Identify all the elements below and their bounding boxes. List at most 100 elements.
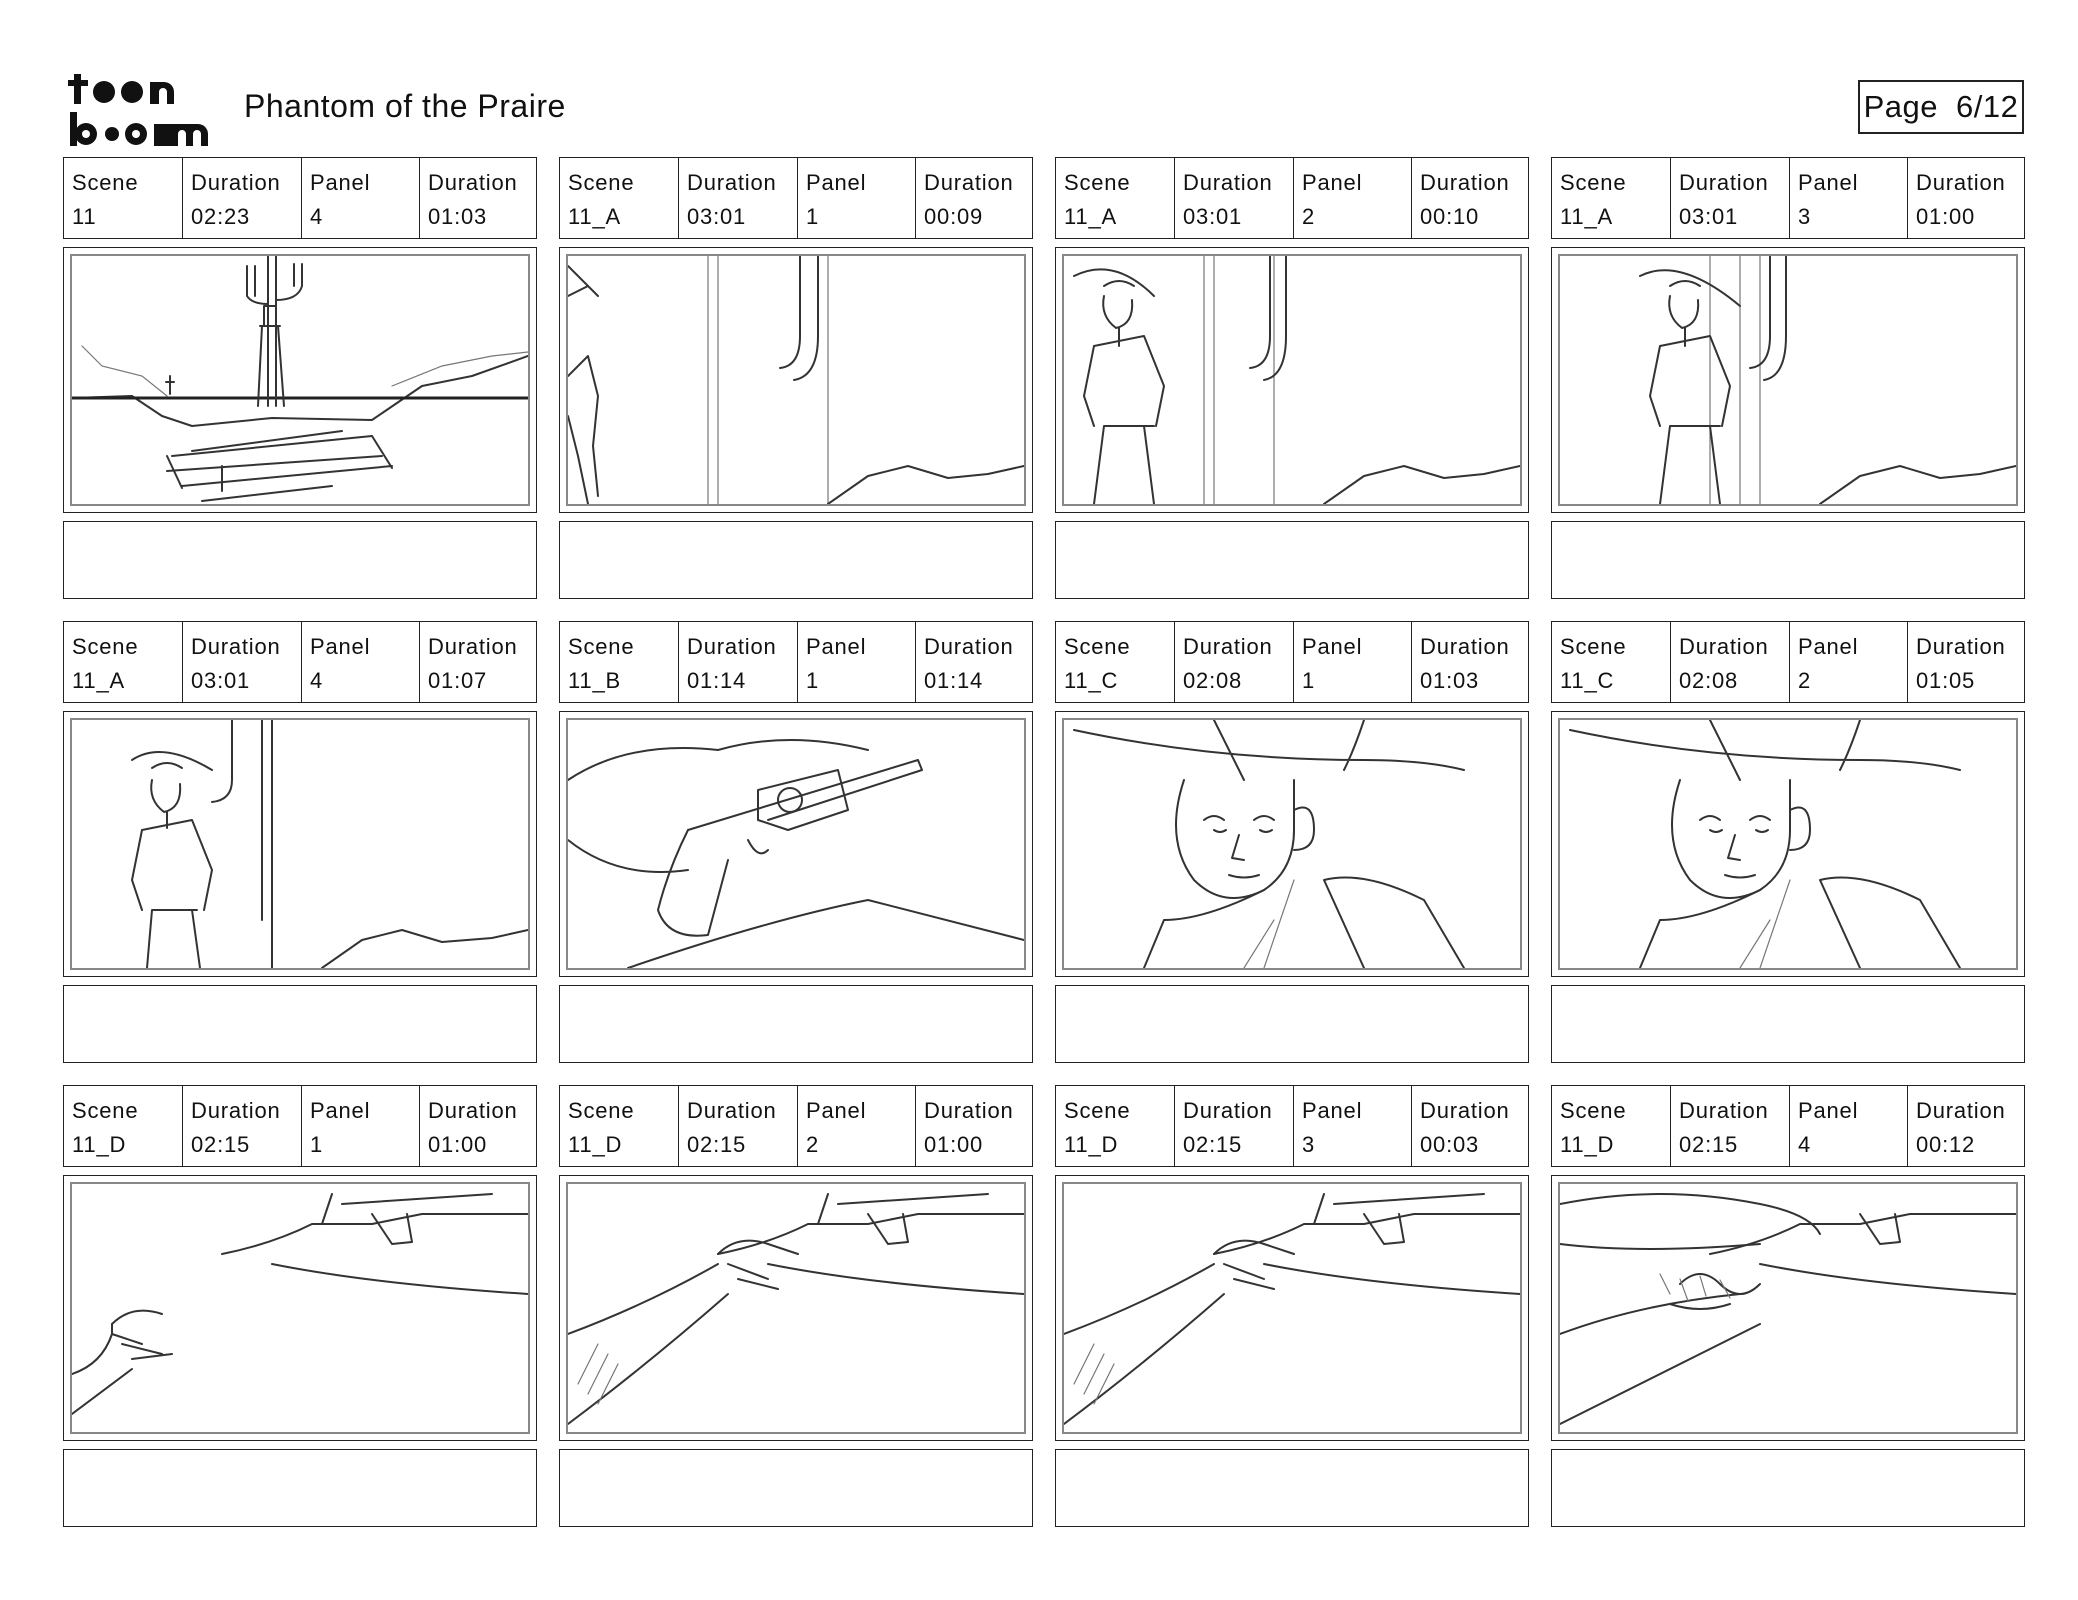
panel-number-field-value[interactable]: 1 bbox=[806, 664, 915, 698]
panel-image-frame[interactable] bbox=[1055, 1175, 1529, 1441]
scene-duration-field-value[interactable]: 02:08 bbox=[1183, 664, 1293, 698]
panel-info-table: Scene 11_D Duration 02:15 Panel 4 Duration 00:1… bbox=[1551, 1085, 2025, 1167]
storyboard-panel[interactable]: Scene 11_D Duration 02:15 Panel 2 Duration 01:0… bbox=[559, 1085, 1033, 1527]
panel-duration-field-value[interactable]: 00:03 bbox=[1420, 1128, 1528, 1162]
scene-duration-field-value[interactable]: 03:01 bbox=[1679, 200, 1789, 234]
panel-number-field-label: Panel bbox=[1798, 1098, 1859, 1123]
panel-notes-field[interactable] bbox=[1055, 1449, 1529, 1527]
scene-field-value[interactable]: 11_B bbox=[568, 664, 678, 698]
panel-notes-field[interactable] bbox=[1551, 1449, 2025, 1527]
panel-duration-field-value[interactable]: 01:03 bbox=[1420, 664, 1528, 698]
panel-notes-field[interactable] bbox=[1055, 985, 1529, 1063]
storyboard-panel[interactable]: Scene 11_C Duration 02:08 Panel 1 Duration 01:0… bbox=[1055, 621, 1529, 1063]
panel-notes-field[interactable] bbox=[1551, 521, 2025, 599]
panel-duration-field-value[interactable]: 01:00 bbox=[428, 1128, 536, 1162]
storyboard-panel[interactable]: Scene 11_A Duration 03:01 Panel 1 Duration 00:0… bbox=[559, 157, 1033, 599]
panel-image-frame[interactable] bbox=[1551, 247, 2025, 513]
scene-field-value[interactable]: 11_D bbox=[1560, 1128, 1670, 1162]
panel-image-frame[interactable] bbox=[63, 1175, 537, 1441]
panel-number-field-value[interactable]: 4 bbox=[310, 200, 419, 234]
scene-duration-field-value[interactable]: 02:23 bbox=[191, 200, 301, 234]
panel-duration-field-value[interactable]: 01:14 bbox=[924, 664, 1032, 698]
panel-image-frame[interactable] bbox=[559, 247, 1033, 513]
storyboard-row: Scene 11_D Duration 02:15 Panel 1 Duration 01:0… bbox=[63, 1085, 2025, 1527]
storyboard-panel[interactable]: Scene 11_D Duration 02:15 Panel 3 Duration 00:0… bbox=[1055, 1085, 1529, 1527]
scene-field-value[interactable]: 11_D bbox=[568, 1128, 678, 1162]
panel-duration-field-value[interactable]: 01:00 bbox=[924, 1128, 1032, 1162]
panel-number-field-value[interactable]: 4 bbox=[1798, 1128, 1907, 1162]
panel-number-field-value[interactable]: 1 bbox=[806, 200, 915, 234]
storyboard-panel[interactable]: Scene 11_A Duration 03:01 Panel 3 Duration 01:0… bbox=[1551, 157, 2025, 599]
storyboard-panel[interactable]: Scene 11 Duration 02:23 Panel 4 Duration 01:03 bbox=[63, 157, 537, 599]
scene-duration-field-value[interactable]: 02:15 bbox=[1183, 1128, 1293, 1162]
panel-image-frame[interactable] bbox=[1551, 1175, 2025, 1441]
scene-field-value[interactable]: 11_A bbox=[72, 664, 182, 698]
scene-field-label: Scene bbox=[1560, 170, 1627, 195]
storyboard-panel[interactable]: Scene 11_C Duration 02:08 Panel 2 Duration 01:0… bbox=[1551, 621, 2025, 1063]
sketch-cowboy-standing-center bbox=[1558, 254, 2018, 506]
panel-image-frame[interactable] bbox=[559, 1175, 1033, 1441]
storyboard-panel[interactable]: Scene 11_A Duration 03:01 Panel 2 Duration 00:1… bbox=[1055, 157, 1529, 599]
panel-image-frame[interactable] bbox=[559, 711, 1033, 977]
scene-duration-field-value[interactable]: 02:15 bbox=[1679, 1128, 1789, 1162]
storyboard-panel[interactable]: Scene 11_D Duration 02:15 Panel 4 Duration 00:1… bbox=[1551, 1085, 2025, 1527]
scene-field-value[interactable]: 11_A bbox=[1560, 200, 1670, 234]
scene-duration-field-value[interactable]: 03:01 bbox=[1183, 200, 1293, 234]
scene-duration-field-label: Duration bbox=[191, 634, 281, 659]
panel-duration-field-value[interactable]: 01:03 bbox=[428, 200, 536, 234]
panel-duration-field: Duration 01:07 bbox=[420, 622, 536, 702]
panel-number-field-value[interactable]: 4 bbox=[310, 664, 419, 698]
panel-duration-field-value[interactable]: 01:05 bbox=[1916, 664, 2024, 698]
scene-duration-field-value[interactable]: 02:08 bbox=[1679, 664, 1789, 698]
panel-duration-field-value[interactable]: 01:07 bbox=[428, 664, 536, 698]
panel-image-frame[interactable] bbox=[63, 247, 537, 513]
panel-image-frame[interactable] bbox=[1055, 711, 1529, 977]
scene-duration-field-value[interactable]: 03:01 bbox=[687, 200, 797, 234]
panel-number-field-value[interactable]: 3 bbox=[1302, 1128, 1411, 1162]
storyboard-panel[interactable]: Scene 11_D Duration 02:15 Panel 1 Duration 01:0… bbox=[63, 1085, 537, 1527]
panel-notes-field[interactable] bbox=[559, 985, 1033, 1063]
sketch-cowboy-face-closeup bbox=[1062, 718, 1522, 970]
panel-number-field-value[interactable]: 2 bbox=[806, 1128, 915, 1162]
scene-field-value[interactable]: 11_D bbox=[72, 1128, 182, 1162]
panel-notes-field[interactable] bbox=[63, 1449, 537, 1527]
scene-field-value[interactable]: 11_D bbox=[1064, 1128, 1174, 1162]
panel-number-field-value[interactable]: 2 bbox=[1798, 664, 1907, 698]
storyboard-panel[interactable]: Scene 11_A Duration 03:01 Panel 4 Duration 01:0… bbox=[63, 621, 537, 1063]
scene-field-label: Scene bbox=[568, 1098, 635, 1123]
panel-duration-field-value[interactable]: 01:00 bbox=[1916, 200, 2024, 234]
panel-notes-field[interactable] bbox=[559, 521, 1033, 599]
scene-duration-field-value[interactable]: 03:01 bbox=[191, 664, 301, 698]
panel-image-frame[interactable] bbox=[63, 711, 537, 977]
scene-duration-field-value[interactable]: 02:15 bbox=[687, 1128, 797, 1162]
scene-field-label: Scene bbox=[72, 1098, 139, 1123]
panel-number-field-value[interactable]: 1 bbox=[1302, 664, 1411, 698]
panel-number-field: Panel 3 bbox=[1790, 158, 1908, 238]
scene-duration-field-value[interactable]: 02:15 bbox=[191, 1128, 301, 1162]
panel-duration-field-label: Duration bbox=[924, 634, 1014, 659]
panel-number-field-value[interactable]: 1 bbox=[310, 1128, 419, 1162]
scene-field-value[interactable]: 11_A bbox=[1064, 200, 1174, 234]
scene-field-value[interactable]: 11 bbox=[72, 200, 182, 234]
panel-notes-field[interactable] bbox=[559, 1449, 1033, 1527]
panel-duration-field: Duration 00:03 bbox=[1412, 1086, 1528, 1166]
scene-field-value[interactable]: 11_A bbox=[568, 200, 678, 234]
panel-notes-field[interactable] bbox=[1055, 521, 1529, 599]
scene-field-value[interactable]: 11_C bbox=[1560, 664, 1670, 698]
panel-image-frame[interactable] bbox=[1055, 247, 1529, 513]
panel-info-table: Scene 11_D Duration 02:15 Panel 3 Duration 00:0… bbox=[1055, 1085, 1529, 1167]
panel-number-field: Panel 4 bbox=[1790, 1086, 1908, 1166]
scene-duration-field-value[interactable]: 01:14 bbox=[687, 664, 797, 698]
panel-notes-field[interactable] bbox=[63, 985, 537, 1063]
scene-field-value[interactable]: 11_C bbox=[1064, 664, 1174, 698]
panel-notes-field[interactable] bbox=[63, 521, 537, 599]
panel-number-field-value[interactable]: 2 bbox=[1302, 200, 1411, 234]
panel-number-field: Panel 3 bbox=[1294, 1086, 1412, 1166]
storyboard-panel[interactable]: Scene 11_B Duration 01:14 Panel 1 Duration 01:1… bbox=[559, 621, 1033, 1063]
panel-duration-field-value[interactable]: 00:12 bbox=[1916, 1128, 2024, 1162]
panel-notes-field[interactable] bbox=[1551, 985, 2025, 1063]
panel-duration-field-value[interactable]: 00:10 bbox=[1420, 200, 1528, 234]
panel-image-frame[interactable] bbox=[1551, 711, 2025, 977]
panel-duration-field-value[interactable]: 00:09 bbox=[924, 200, 1032, 234]
panel-number-field-value[interactable]: 3 bbox=[1798, 200, 1907, 234]
